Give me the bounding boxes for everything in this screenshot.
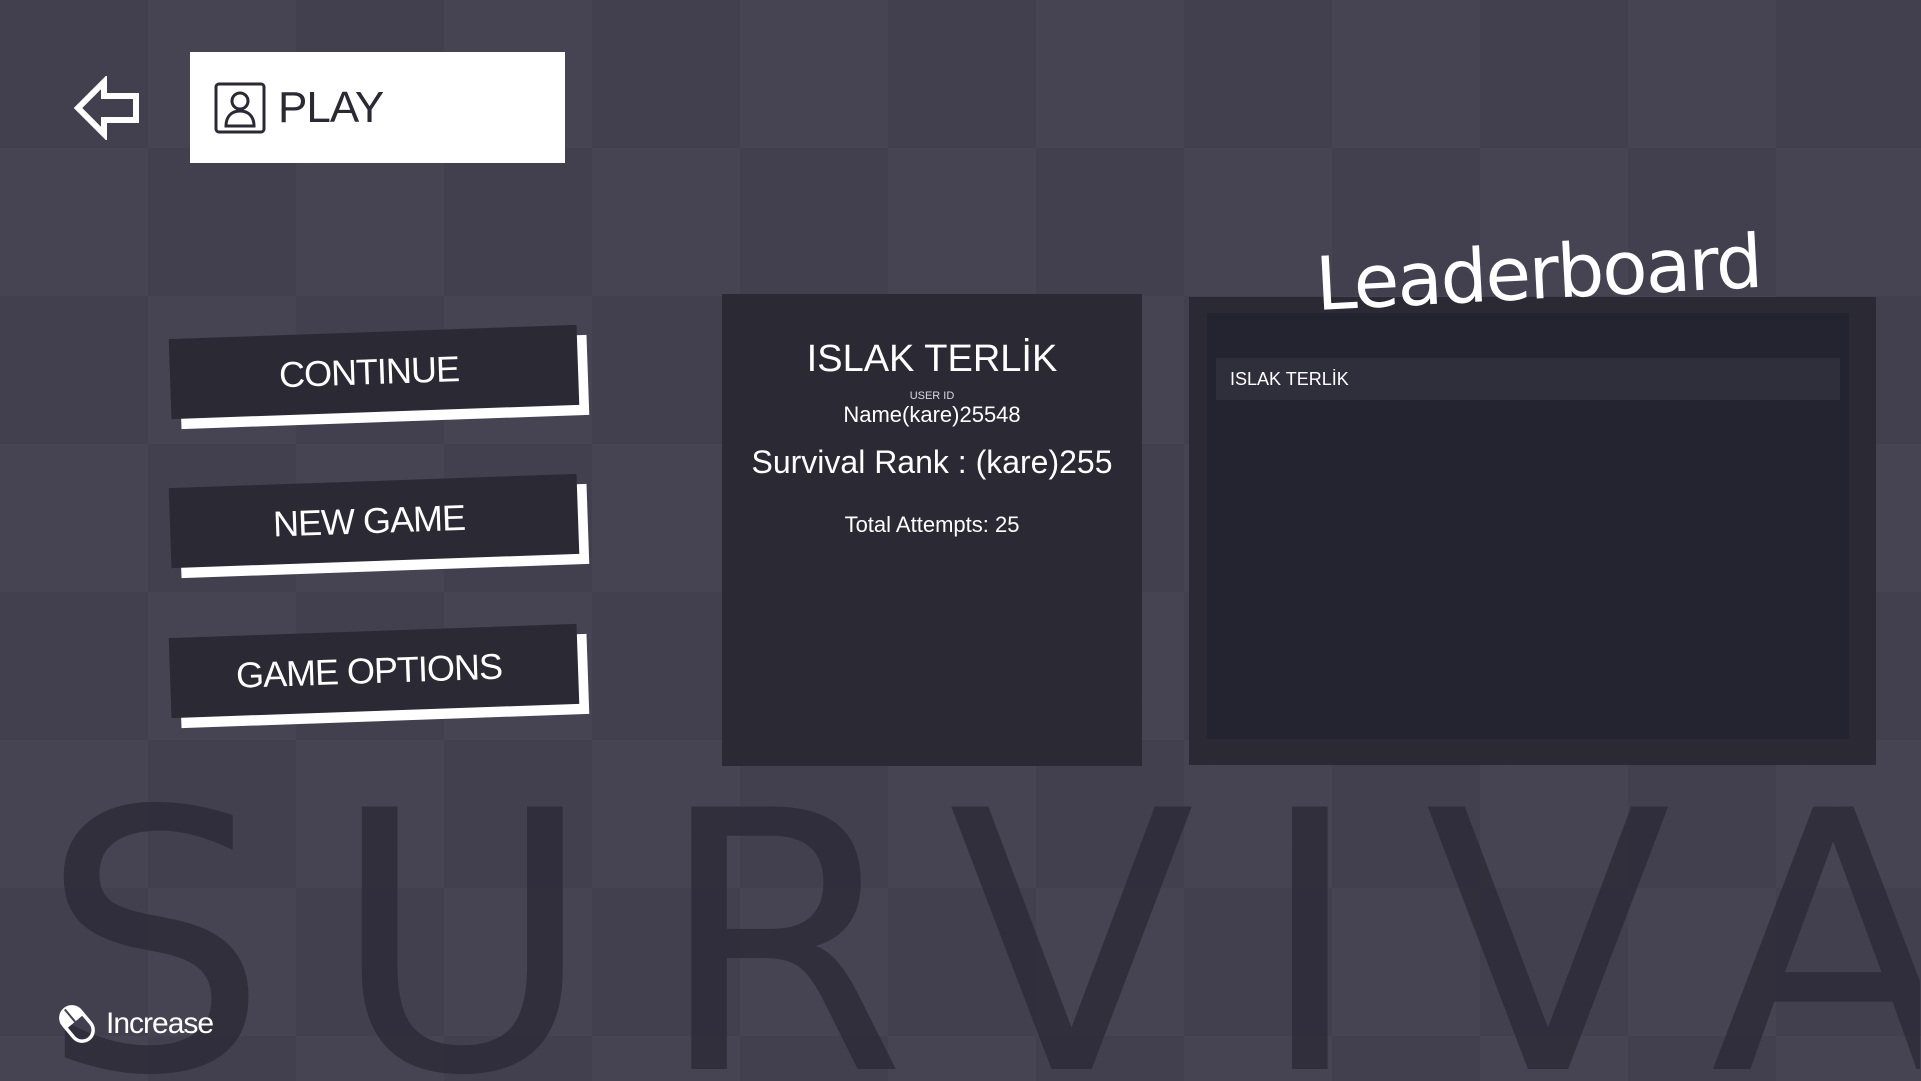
leaderboard-row[interactable]: ISLAK TERLİK bbox=[1216, 358, 1840, 400]
continue-button[interactable]: CONTINUE bbox=[168, 324, 590, 430]
play-header: PLAY bbox=[190, 52, 565, 163]
arrow-left-icon bbox=[72, 76, 144, 140]
player-name: ISLAK TERLİK bbox=[806, 338, 1058, 380]
mouse-scroll-icon bbox=[52, 999, 102, 1049]
page-title: PLAY bbox=[278, 82, 384, 132]
game-options-button-label: GAME OPTIONS bbox=[235, 645, 503, 696]
background-survival-word: SURVIVAL bbox=[40, 800, 1920, 1081]
leaderboard-list[interactable]: ISLAK TERLİK bbox=[1207, 313, 1849, 739]
survival-rank: Survival Rank : (kare)255 bbox=[751, 444, 1113, 480]
user-profile-icon bbox=[214, 82, 266, 134]
button-face: CONTINUE bbox=[168, 324, 580, 420]
increase-hint[interactable]: Increase bbox=[52, 998, 214, 1050]
increase-label: Increase bbox=[106, 1007, 214, 1040]
total-attempts: Total Attempts: 25 bbox=[844, 512, 1020, 537]
player-info-card: ISLAK TERLİK USER ID Name(kare)25548 Sur… bbox=[722, 294, 1142, 766]
new-game-button[interactable]: NEW GAME bbox=[168, 473, 590, 579]
back-button[interactable] bbox=[72, 76, 144, 140]
leaderboard-panel: ISLAK TERLİK bbox=[1189, 297, 1876, 765]
button-face: NEW GAME bbox=[168, 473, 580, 569]
leaderboard-row-name: ISLAK TERLİK bbox=[1230, 368, 1349, 389]
continue-button-label: CONTINUE bbox=[278, 348, 460, 396]
game-options-button[interactable]: GAME OPTIONS bbox=[168, 623, 590, 729]
new-game-button-label: NEW GAME bbox=[272, 496, 466, 545]
user-id-value: Name(kare)25548 bbox=[843, 402, 1021, 427]
user-id-label: USER ID bbox=[909, 390, 955, 402]
button-face: GAME OPTIONS bbox=[168, 623, 580, 719]
